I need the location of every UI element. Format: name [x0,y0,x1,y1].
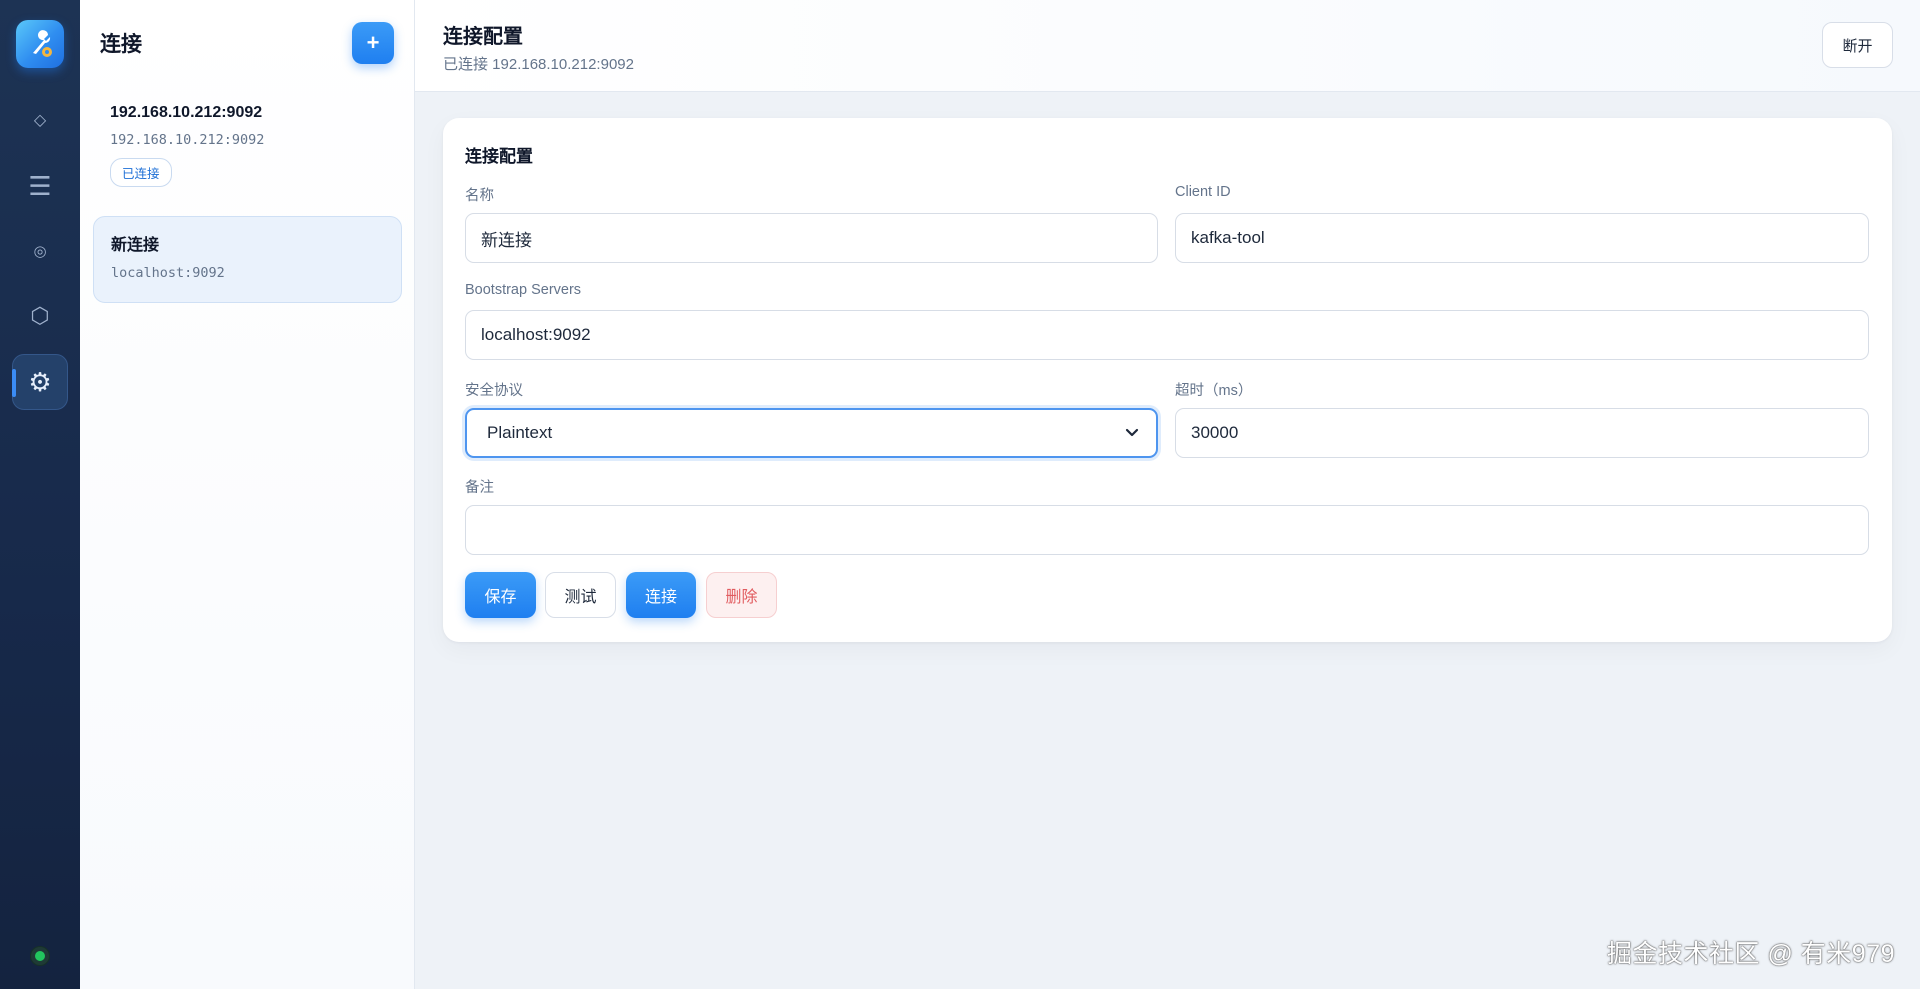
bootstrap-servers-input[interactable]: localhost:9092 [465,310,1869,360]
menu-icon: ☰ [28,170,52,201]
connection-status-dot [31,947,49,965]
nav-rail: ◇ ☰ ◎ ⬡ ⚙ [0,0,80,989]
status-badge: 已连接 [110,158,172,187]
client-id-label: Client ID [1175,184,1231,200]
nav-brokers[interactable]: ⬡ [12,288,68,344]
security-protocol-value: Plaintext [487,423,553,442]
config-card: 连接配置 名称 新连接 Client ID kafka-tool Bootstr… [443,118,1892,642]
plus-icon: + [366,30,380,55]
connections-panel: 连接 + 192.168.10.212:9092 192.168.10.212:… [80,0,415,989]
timeout-input[interactable]: 30000 [1175,408,1869,458]
security-protocol-label: 安全协议 [465,383,523,399]
card-title: 连接配置 [465,147,533,166]
connection-status-text: 已连接 192.168.10.212:9092 [443,56,634,73]
connection-address: localhost:9092 [111,265,225,281]
nav-topics[interactable]: ☰ [12,158,68,214]
nav-overview[interactable]: ◇ [12,92,68,148]
main-content: 连接配置 已连接 192.168.10.212:9092 断开 连接配置 名称 … [415,0,1920,989]
connection-item-selected[interactable]: 新连接 localhost:9092 [93,216,402,303]
test-button[interactable]: 测试 [545,572,616,618]
save-button[interactable]: 保存 [465,572,536,618]
app-logo[interactable] [16,20,64,68]
connect-button[interactable]: 连接 [626,572,696,618]
connection-item[interactable]: 192.168.10.212:9092 192.168.10.212:9092 … [93,90,402,200]
timeout-label: 超时（ms） [1175,383,1253,399]
notes-label: 备注 [465,480,494,496]
app-root: ◇ ☰ ◎ ⬡ ⚙ 连接 + 192.168.10.212:9092 192.1… [0,0,1920,989]
gear-icon: ⚙ [28,366,52,397]
target-icon: ◎ [33,243,47,260]
nav-consumers[interactable]: ◎ [12,223,68,279]
security-protocol-select[interactable]: Plaintext [465,408,1158,458]
page-header: 连接配置 已连接 192.168.10.212:9092 断开 [415,0,1920,92]
connection-name: 新连接 [111,237,160,254]
name-label: 名称 [465,188,494,204]
hexagon-icon: ⬡ [30,303,50,328]
add-connection-button[interactable]: + [352,22,394,64]
connection-name: 192.168.10.212:9092 [110,104,263,121]
disconnect-button[interactable]: 断开 [1822,22,1893,68]
client-id-input[interactable]: kafka-tool [1175,213,1869,263]
nav-settings[interactable]: ⚙ [12,354,68,410]
page-title: 连接配置 [443,26,523,48]
delete-button[interactable]: 删除 [706,572,777,618]
chevron-down-icon [1125,425,1141,441]
name-input[interactable]: 新连接 [465,213,1158,263]
diamond-icon: ◇ [33,112,47,129]
bootstrap-label: Bootstrap Servers [465,282,582,298]
connections-title: 连接 [100,33,142,56]
notes-input[interactable] [465,505,1869,555]
watermark: 掘金技术社区 @ 有米979 [1607,940,1895,968]
connection-address: 192.168.10.212:9092 [110,132,265,148]
app-logo-icon [33,30,52,57]
